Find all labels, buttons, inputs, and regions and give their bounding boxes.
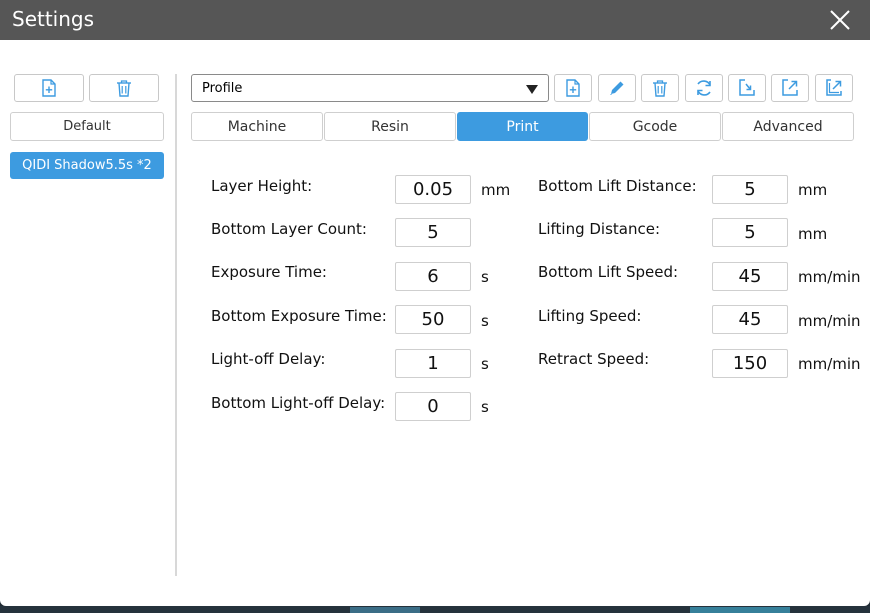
retract-speed-input[interactable]: 150 (712, 349, 788, 378)
bottom-layer-count-input[interactable]: 5 (395, 218, 471, 247)
export-icon (782, 79, 798, 96)
light-off-delay-label: Light-off Delay: (211, 350, 326, 368)
refresh-button[interactable] (685, 74, 723, 102)
edit-button[interactable] (598, 74, 636, 102)
bottom-lift-speed-input[interactable]: 45 (712, 262, 788, 291)
profile-select-value: Profile (202, 81, 243, 96)
lifting-speed-label: Lifting Speed: (538, 307, 642, 325)
tab-print[interactable]: Print (457, 112, 588, 141)
close-icon (830, 10, 850, 30)
bottom-exposure-time-unit: s (481, 312, 489, 330)
export-all-button[interactable] (815, 74, 853, 102)
lifting-speed-input[interactable]: 45 (712, 305, 788, 334)
exposure-time-label: Exposure Time: (211, 263, 327, 281)
bottom-light-off-delay-label: Bottom Light-off Delay: (211, 394, 386, 412)
retract-speed-unit: mm/min (798, 355, 861, 373)
close-button[interactable] (828, 8, 852, 32)
bottom-exposure-time-input[interactable]: 50 (395, 305, 471, 334)
bottom-lift-distance-input[interactable]: 5 (712, 175, 788, 204)
title-bar: Settings (0, 0, 870, 40)
lifting-distance-input[interactable]: 5 (712, 218, 788, 247)
lifting-speed-unit: mm/min (798, 312, 861, 330)
desktop-background-strip (0, 606, 870, 613)
retract-speed-label: Retract Speed: (538, 350, 650, 368)
tab-machine[interactable]: Machine (191, 112, 323, 141)
new-file-button[interactable] (554, 74, 592, 102)
default-profile-button[interactable]: Default (10, 112, 164, 141)
bottom-layer-count-label: Bottom Layer Count: (211, 220, 367, 238)
exposure-time-input[interactable]: 6 (395, 262, 471, 291)
bottom-lift-distance-label: Bottom Lift Distance: (538, 177, 697, 195)
delete-button[interactable] (641, 74, 679, 102)
profile-select[interactable]: Profile (191, 74, 549, 102)
new-file-icon (566, 79, 580, 97)
profile-list-item-selected[interactable]: QIDI Shadow5.5s *2 (10, 152, 164, 179)
exposure-time-unit: s (481, 268, 489, 286)
import-icon (739, 79, 755, 96)
export-button[interactable] (771, 74, 809, 102)
background-accent (350, 607, 420, 613)
export-all-icon (826, 79, 842, 96)
dropdown-arrow-icon (526, 85, 538, 94)
background-accent (690, 607, 790, 613)
settings-window: Settings Default QIDI Shadow5.5s *2 Prof… (0, 0, 870, 606)
refresh-icon (697, 80, 711, 96)
layer-height-label: Layer Height: (211, 177, 313, 195)
trash-icon (117, 80, 131, 97)
pencil-icon (610, 81, 624, 95)
tab-gcode[interactable]: Gcode (589, 112, 721, 141)
delete-profile-button[interactable] (89, 74, 159, 102)
import-button[interactable] (728, 74, 766, 102)
lifting-distance-label: Lifting Distance: (538, 220, 661, 238)
tab-resin[interactable]: Resin (324, 112, 456, 141)
new-file-icon (42, 79, 56, 97)
bottom-lift-speed-unit: mm/min (798, 268, 861, 286)
window-title: Settings (12, 7, 95, 31)
trash-icon (653, 80, 667, 97)
tab-advanced[interactable]: Advanced (722, 112, 854, 141)
add-profile-button[interactable] (14, 74, 84, 102)
lifting-distance-unit: mm (798, 225, 828, 243)
layer-height-input[interactable]: 0.05 (395, 175, 471, 204)
bottom-light-off-delay-input[interactable]: 0 (395, 392, 471, 421)
light-off-delay-unit: s (481, 355, 489, 373)
bottom-lift-speed-label: Bottom Lift Speed: (538, 263, 679, 281)
bottom-exposure-time-label: Bottom Exposure Time: (211, 307, 387, 325)
light-off-delay-input[interactable]: 1 (395, 349, 471, 378)
bottom-light-off-delay-unit: s (481, 398, 489, 416)
layer-height-unit: mm (481, 181, 511, 199)
panel-divider (175, 74, 177, 576)
bottom-lift-distance-unit: mm (798, 181, 828, 199)
